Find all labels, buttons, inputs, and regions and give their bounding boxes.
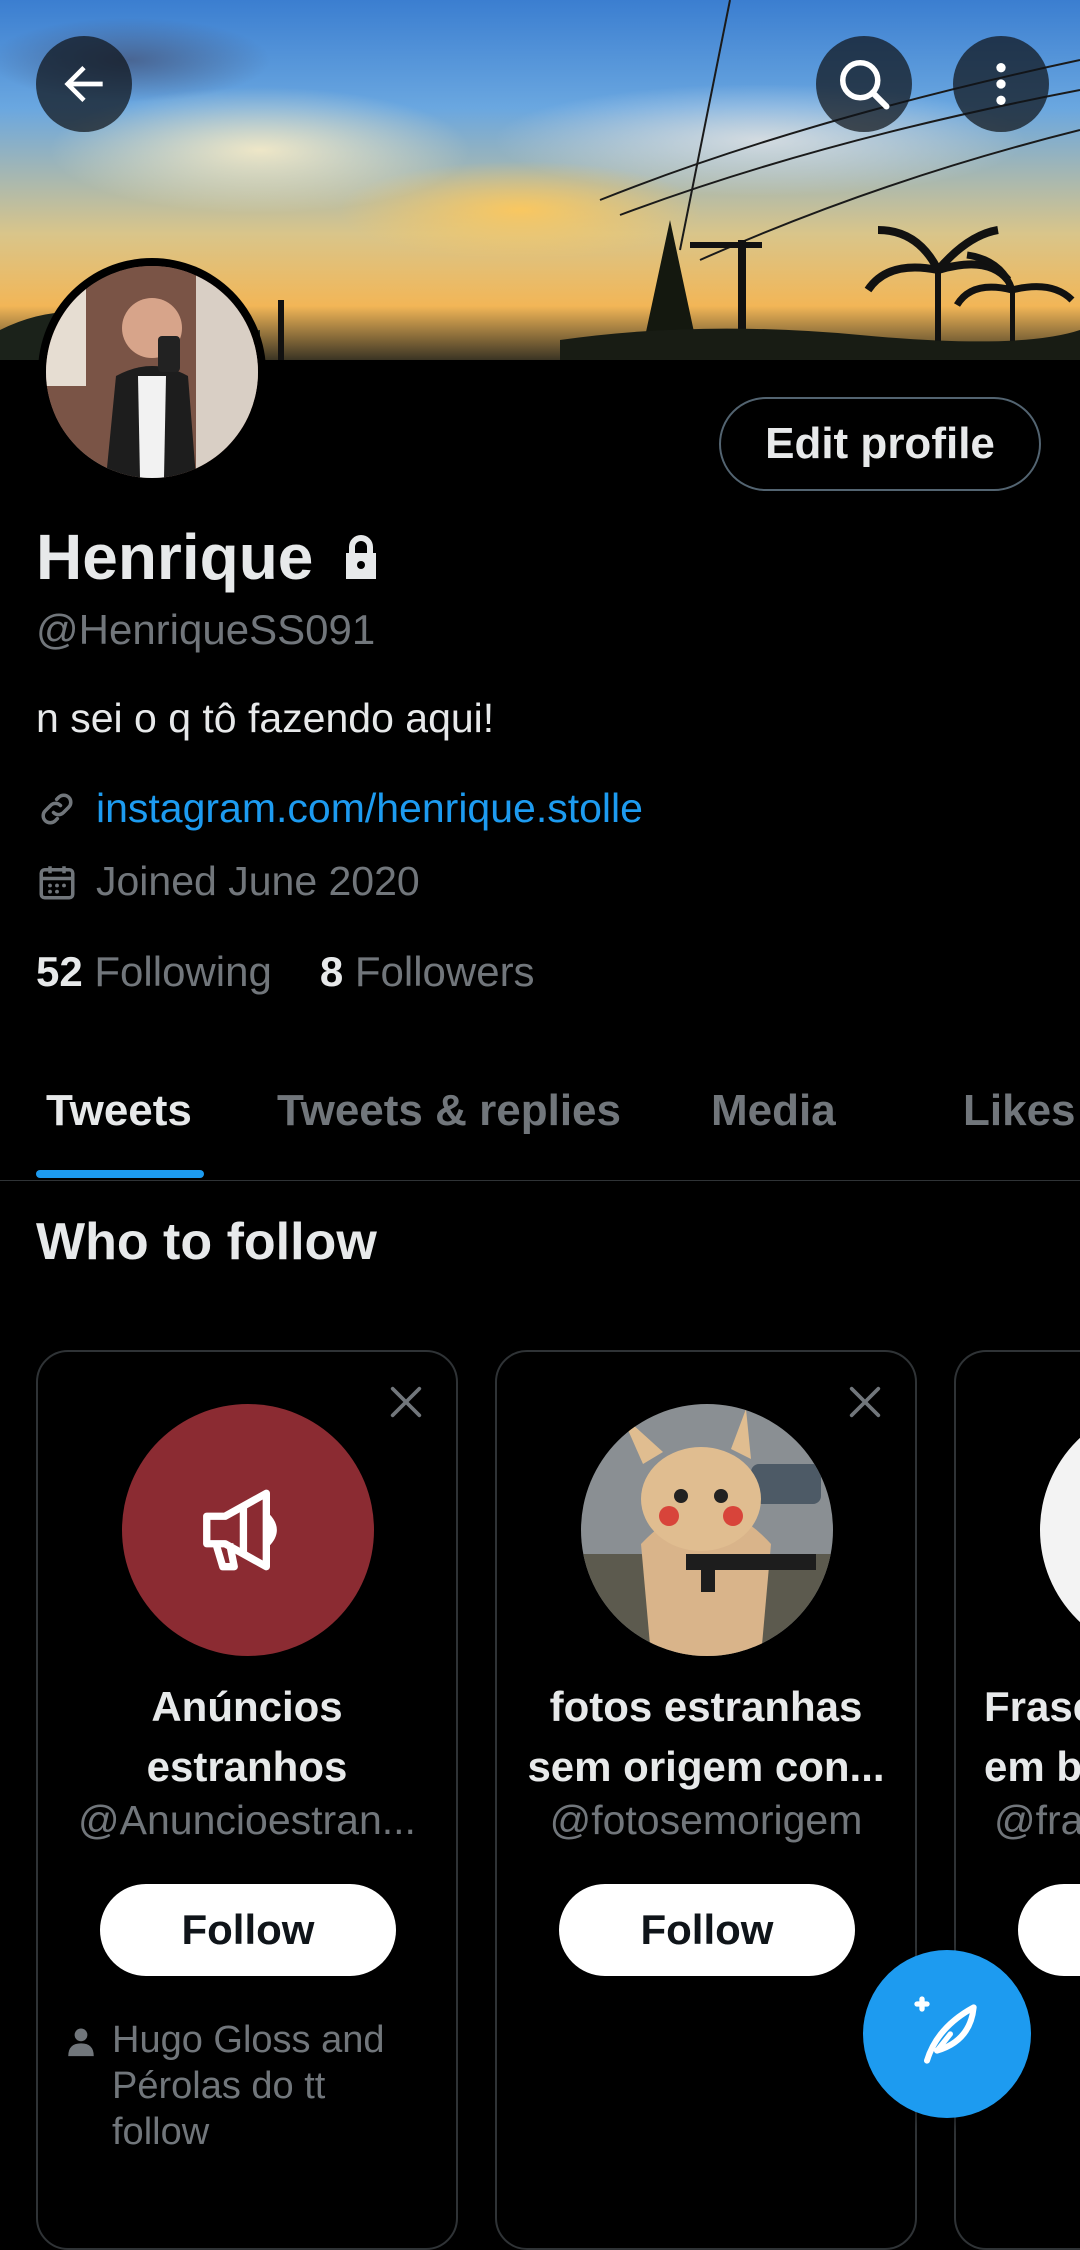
suggestion-avatar: [581, 1404, 833, 1656]
tab-tweets[interactable]: Tweets: [46, 1086, 192, 1136]
suggestion-avatar: [122, 1404, 374, 1656]
search-icon: [840, 60, 890, 110]
suggestion-handle: @Anuncioestran...: [78, 1797, 416, 1843]
follow-counts: 52 Following 8 Followers: [36, 948, 535, 996]
link-icon: [41, 792, 73, 825]
back-button[interactable]: [36, 36, 132, 132]
following-count-link[interactable]: 52 Following: [36, 948, 272, 996]
close-icon[interactable]: [386, 1382, 426, 1422]
followers-count-link[interactable]: 8 Followers: [320, 948, 535, 996]
lock-icon: [346, 535, 377, 579]
profile-link-row: instagram.com/henrique.stolle: [36, 785, 643, 832]
profile-joined-date: Joined June 2020: [96, 858, 420, 904]
follow-button[interactable]: Follow: [559, 1884, 855, 1976]
follow-suggestion-card[interactable]: Anúncios estranhos @Anuncioestran... Fol…: [36, 1350, 458, 2250]
edit-profile-button[interactable]: Edit profile: [719, 397, 1041, 491]
calendar-icon: [39, 865, 75, 899]
profile-name: Henrique: [36, 521, 314, 593]
who-to-follow-title: Who to follow: [36, 1213, 377, 1271]
arrow-left-icon: [64, 66, 103, 102]
profile-name-row: Henrique: [36, 520, 385, 594]
following-label: Following: [94, 948, 272, 995]
followers-count: 8: [319, 948, 344, 995]
profile-tabs: Tweets Tweets & replies Media Likes: [0, 1040, 1080, 1181]
follow-suggestion-card[interactable]: Frase em b @fra: [954, 1350, 1080, 2250]
suggestion-name: fotos estranhas sem origem con...: [527, 1683, 885, 1790]
suggestion-name: Anúncios estranhos: [146, 1683, 348, 1790]
search-button[interactable]: [816, 36, 912, 132]
follow-button[interactable]: Follow: [100, 1884, 396, 1976]
megaphone-icon: [203, 1489, 277, 1571]
profile-bio: n sei o q tô fazendo aqui!: [36, 695, 495, 741]
person-icon: [68, 2028, 94, 2057]
suggestion-name: Frase em b: [984, 1683, 1080, 1790]
compose-tweet-button[interactable]: [863, 1950, 1031, 2118]
avatar-photo: [46, 266, 258, 478]
tab-likes[interactable]: Likes: [963, 1086, 1076, 1136]
followers-label: Followers: [354, 948, 535, 995]
suggestion-avatar: [1040, 1404, 1080, 1656]
profile-avatar[interactable]: [38, 258, 266, 486]
profile-handle: @HenriqueSS091: [36, 606, 376, 653]
profile-website-link[interactable]: instagram.com/henrique.stolle: [96, 785, 643, 832]
suggestion-handle: @fotosemorigem: [549, 1797, 863, 1843]
social-context: Hugo Gloss and Pérolas do tt follow: [64, 2017, 385, 2155]
follow-button[interactable]: [1018, 1884, 1080, 1976]
suggestion-handle: @fra: [994, 1797, 1080, 1843]
active-tab-indicator: [36, 1170, 204, 1178]
close-icon[interactable]: [845, 1382, 885, 1422]
tab-media[interactable]: Media: [711, 1086, 836, 1136]
follow-suggestion-card[interactable]: fotos estranhas sem origem con... @fotos…: [495, 1350, 917, 2250]
more-options-button[interactable]: [953, 36, 1049, 132]
compose-tweet-icon: [914, 1996, 977, 2064]
following-count: 52: [36, 948, 83, 995]
tab-tweets-and-replies[interactable]: Tweets & replies: [277, 1086, 621, 1136]
more-vertical-icon: [996, 63, 1006, 105]
profile-joined-row: Joined June 2020: [36, 858, 420, 905]
